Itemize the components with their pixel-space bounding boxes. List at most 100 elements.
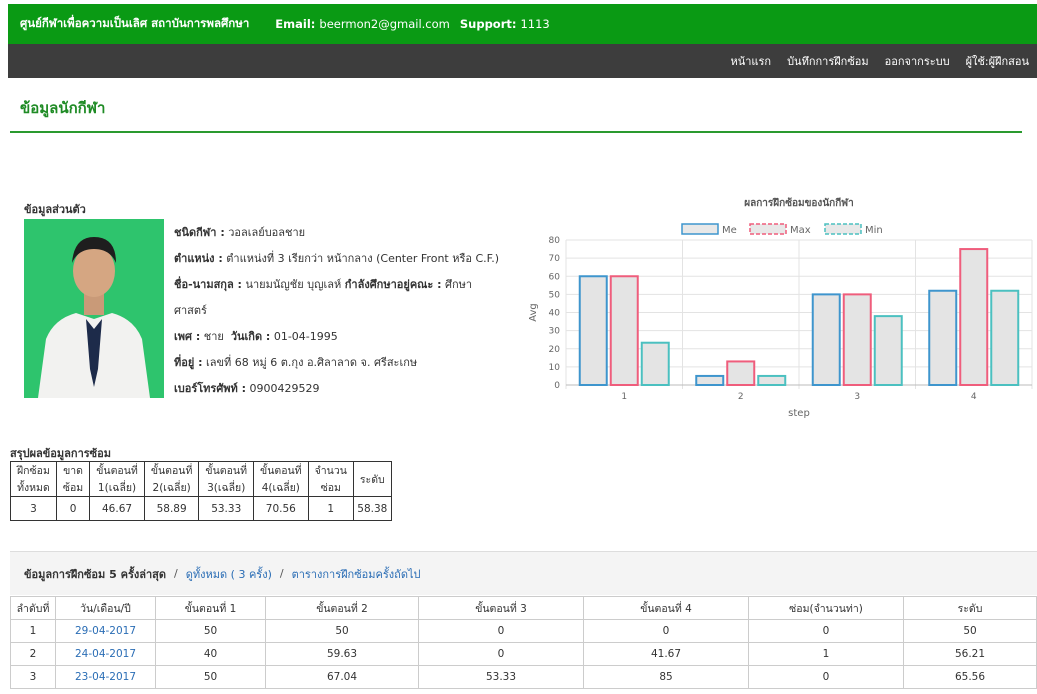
main-nav: หน้าแรก บันทึกการฝึกซ้อม ออกจากระบบ ผู้ใ… [8, 44, 1037, 78]
address-row: ที่อยู่ : เลขที่ 68 หมู่ 6 ต.กุง อ.ศิลาล… [174, 350, 524, 376]
y-tick-label: 0 [554, 381, 560, 391]
summary-header-cell: ระดับ [352, 461, 392, 497]
gender-birth-row: เพศ : ชาย วันเกิด : 01-04-1995 [174, 324, 524, 350]
name-value: นายมนัญชัย บุญเลห์ [245, 278, 342, 291]
email-label: Email: [275, 17, 316, 31]
email-value: beermon2@gmail.com [319, 17, 450, 31]
recent-header-cell: ขั้นตอนที่ 1 [155, 596, 266, 620]
bar-me [811, 293, 841, 386]
study-row-continued: ศาสตร์ [174, 298, 524, 324]
recent-header-cell: วัน/เดือน/ปี [55, 596, 156, 620]
nav-logout-link[interactable]: ออกจากระบบ [885, 52, 950, 70]
date-cell: 23-04-2017 [55, 665, 156, 689]
repair-cell: 0 [748, 619, 904, 643]
position-label: ตำแหน่ง : [174, 252, 223, 265]
step2-cell: 59.63 [265, 642, 419, 666]
bar-min [873, 315, 903, 386]
sport-label: ชนิดกีฬา : [174, 226, 225, 239]
x-tick-label: 4 [971, 392, 977, 402]
date-cell: 29-04-2017 [55, 619, 156, 643]
bar-max [609, 275, 639, 386]
bar-min [757, 374, 787, 386]
next-schedule-link[interactable]: ตารางการฝึกซ้อมครั้งถัดไป [292, 565, 421, 583]
summary-header-cell: ขั้นตอนที่ 4(เฉลี่ย) [253, 461, 309, 497]
table-row: 1 29-04-2017 50 50 0 0 0 50 [10, 619, 1037, 643]
view-all-link[interactable]: ดูทั้งหมด ( 3 ครั้ง) [186, 565, 272, 583]
gender-label: เพศ : [174, 330, 201, 343]
name-label: ชื่อ-นามสกุล : [174, 278, 242, 291]
bar-me [695, 374, 725, 386]
summary-heading: สรุปผลข้อมูลการซ้อม [10, 447, 111, 460]
summary-step4: 70.56 [253, 496, 309, 521]
x-tick-label: 1 [621, 392, 627, 402]
summary-header-cell: ขั้นตอนที่ 1(เฉลี่ย) [89, 461, 145, 497]
row-index: 3 [10, 665, 56, 689]
athlete-photo [24, 219, 164, 398]
address-value: เลขที่ 68 หมู่ 6 ต.กุง อ.ศิลาลาด จ. ศรีส… [206, 356, 418, 369]
site-name: ศูนย์กีฬาเพื่อความเป็นเลิศ สถาบันการพลศึ… [20, 16, 250, 30]
position-row: ตำแหน่ง : ตำแหน่งที่ 3 เรียกว่า หน้ากลาง… [174, 246, 524, 272]
title-divider [10, 131, 1022, 133]
legend-swatch [681, 223, 719, 235]
summary-step1: 46.67 [89, 496, 145, 521]
y-tick-label: 70 [549, 254, 561, 264]
repair-cell: 0 [748, 665, 904, 689]
legend-label: Min [865, 225, 883, 236]
step4-cell: 85 [583, 665, 749, 689]
level-cell: 50 [903, 619, 1037, 643]
step4-cell: 0 [583, 619, 749, 643]
sport-row: ชนิดกีฬา : วอลเลย์บอลชาย [174, 220, 524, 246]
date-link[interactable]: 24-04-2017 [75, 648, 136, 660]
recent-training-bar: ข้อมูลการฝึกซ้อม 5 ครั้งล่าสุด / ดูทั้งห… [10, 551, 1037, 595]
recent-header-cell: ขั้นตอนที่ 2 [265, 596, 419, 620]
sport-value: วอลเลย์บอลชาย [228, 226, 306, 239]
step3-cell: 53.33 [418, 665, 584, 689]
nav-user-link[interactable]: ผู้ใช้:ผู้ฝึกสอน [966, 52, 1029, 70]
birth-value: 01-04-1995 [273, 330, 338, 343]
recent-header-row: ลำดับที่ วัน/เดือน/ปี ขั้นตอนที่ 1 ขั้นต… [10, 596, 1037, 620]
date-cell: 24-04-2017 [55, 642, 156, 666]
y-tick-label: 20 [549, 345, 561, 355]
bar-me [928, 289, 958, 386]
training-chart: ผลการฝึกซ้อมของนักกีฬา Me Max Min 0 10 20 30 40 5… [524, 192, 1036, 430]
legend-label: Me [722, 225, 737, 236]
summary-absent: 0 [55, 496, 91, 521]
phone-row: เบอร์โทรศัพท์ : 0900429529 [174, 376, 524, 402]
y-axis-label: Avg [528, 303, 539, 322]
support-label: Support: [459, 17, 517, 31]
summary-header-cell: ขาด ซ้อม [55, 461, 91, 497]
y-tick-label: 80 [549, 236, 561, 246]
recent-title: ข้อมูลการฝึกซ้อม 5 ครั้งล่าสุด [24, 567, 167, 581]
table-row: 3 23-04-2017 50 67.04 53.33 85 0 65.56 [10, 665, 1037, 689]
chart-svg: ผลการฝึกซ้อมของนักกีฬา Me Max Min 0 10 20 30 40 5… [528, 197, 1033, 419]
top-header-bar: ศูนย์กีฬาเพื่อความเป็นเลิศ สถาบันการพลศึ… [8, 4, 1037, 44]
date-link[interactable]: 29-04-2017 [75, 625, 136, 637]
summary-step2: 58.89 [143, 496, 200, 521]
bar-max [959, 248, 989, 386]
y-tick-label: 10 [549, 363, 561, 373]
summary-header-row: ฝึกซ้อม ทั้งหมด ขาด ซ้อม ขั้นตอนที่ 1(เฉลี่… [10, 461, 392, 497]
y-tick-label: 60 [549, 272, 561, 282]
address-label: ที่อยู่ : [174, 356, 203, 369]
step1-cell: 50 [155, 619, 266, 643]
summary-repair: 1 [307, 496, 354, 521]
phone-label: เบอร์โทรศัพท์ : [174, 382, 247, 395]
separator: / [174, 567, 178, 580]
step4-cell: 41.67 [583, 642, 749, 666]
date-link[interactable]: 23-04-2017 [75, 671, 136, 683]
nav-home-link[interactable]: หน้าแรก [730, 52, 771, 70]
personal-info-heading: ข้อมูลส่วนตัว [24, 203, 86, 216]
nav-training-record-link[interactable]: บันทึกการฝึกซ้อม [787, 52, 869, 70]
birth-label: วันเกิด : [230, 330, 271, 343]
study-value-part1: ศึกษา [445, 278, 473, 291]
x-tick-label: 3 [854, 392, 860, 402]
bar-max [842, 293, 872, 386]
step3-cell: 0 [418, 642, 584, 666]
chart-title: ผลการฝึกซ้อมของนักกีฬา [744, 197, 853, 209]
bar-max [726, 360, 756, 386]
summary-header-cell: ขั้นตอนที่ 3(เฉลี่ย) [198, 461, 255, 497]
level-cell: 56.21 [903, 642, 1037, 666]
summary-total: 3 [10, 496, 57, 521]
athlete-info: ชนิดกีฬา : วอลเลย์บอลชาย ตำแหน่ง : ตำแหน… [174, 220, 524, 402]
bar-min [990, 289, 1020, 386]
